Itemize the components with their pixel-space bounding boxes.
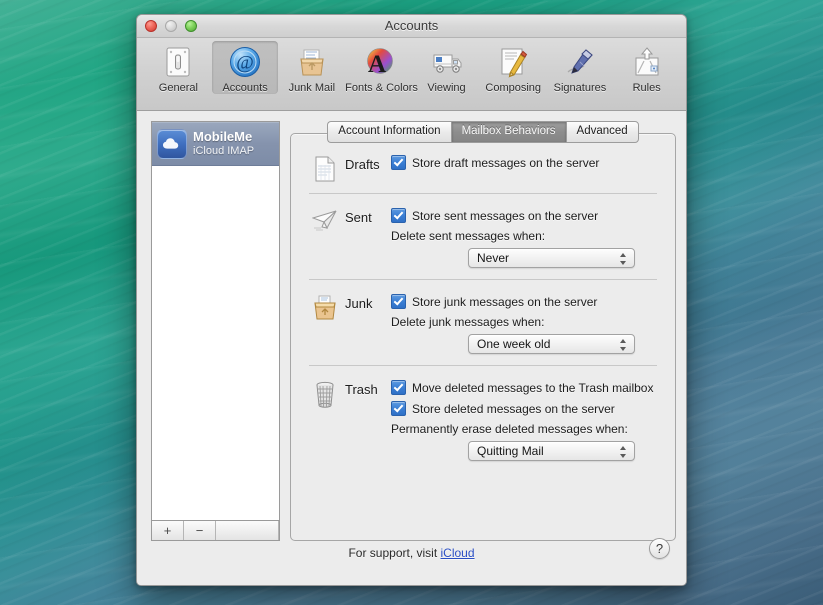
trash-title: Trash bbox=[345, 382, 378, 397]
junk-store-on-server-row[interactable]: Store junk messages on the server bbox=[391, 294, 661, 309]
sent-delete-when-value: Never bbox=[477, 251, 510, 265]
toolbar-item-rules[interactable]: Rules bbox=[613, 41, 680, 94]
junk-delete-when-label: Delete junk messages when: bbox=[391, 315, 545, 329]
support-prefix: For support, visit bbox=[348, 546, 441, 560]
toolbar-item-label: Viewing bbox=[427, 82, 466, 94]
trash-store-deleted-row[interactable]: Store deleted messages on the server bbox=[391, 401, 661, 416]
sent-title: Sent bbox=[345, 210, 372, 225]
support-link-icloud[interactable]: iCloud bbox=[441, 546, 475, 560]
toolbar-item-label: Fonts & Colors bbox=[345, 82, 418, 94]
junk-delete-when-value: One week old bbox=[477, 337, 551, 351]
sent-store-checkbox[interactable] bbox=[391, 208, 406, 223]
trash-erase-when-value: Quitting Mail bbox=[477, 444, 544, 458]
account-type: iCloud IMAP bbox=[193, 145, 255, 158]
sent-store-on-server-row[interactable]: Store sent messages on the server bbox=[391, 208, 661, 223]
trash-store-deleted-label: Store deleted messages on the server bbox=[412, 401, 615, 416]
stepper-arrows-icon bbox=[620, 445, 627, 459]
at-sign-icon: @ bbox=[212, 44, 279, 79]
trash-erase-when-label: Permanently erase deleted messages when: bbox=[391, 422, 628, 436]
toolbar-item-label: Signatures bbox=[553, 82, 607, 94]
window-title: Accounts bbox=[384, 18, 439, 33]
trash-move-deleted-checkbox[interactable] bbox=[391, 380, 406, 395]
trash-move-deleted-label: Move deleted messages to the Trash mailb… bbox=[412, 380, 654, 395]
toolbar-item-viewing[interactable]: Viewing bbox=[413, 41, 480, 94]
toolbar-item-label: Junk Mail bbox=[288, 82, 336, 94]
preferences-toolbar: General @ Accounts Junk Mail A Fonts & C… bbox=[137, 38, 686, 111]
preferences-body: MobileMe iCloud IMAP + − Account Informa… bbox=[137, 111, 686, 585]
toolbar-item-label: Accounts bbox=[222, 82, 268, 94]
toolbar-item-composing[interactable]: Composing bbox=[480, 41, 547, 94]
cloud-icon bbox=[157, 129, 187, 159]
junk-delete-when-popup[interactable]: One week old bbox=[468, 334, 635, 354]
window-footer: For support, visit iCloud ? bbox=[137, 533, 686, 585]
junk-store-label: Store junk messages on the server bbox=[412, 294, 598, 309]
drafts-section: Drafts Store draft messages on the serve… bbox=[305, 152, 661, 182]
junk-store-checkbox[interactable] bbox=[391, 294, 406, 309]
tab-advanced[interactable]: Advanced bbox=[565, 121, 639, 143]
drafts-store-on-server-row[interactable]: Store draft messages on the server bbox=[391, 155, 661, 170]
trash-section: Trash Move deleted messages to the Trash… bbox=[305, 377, 661, 461]
mail-truck-icon bbox=[413, 44, 480, 79]
toolbar-item-label: Composing bbox=[485, 82, 542, 94]
svg-text:A: A bbox=[368, 51, 386, 78]
section-divider bbox=[309, 279, 657, 280]
sent-delete-when-popup[interactable]: Never bbox=[468, 248, 635, 268]
account-settings-tabs: Account Information Mailbox Behaviors Ad… bbox=[290, 121, 676, 541]
svg-text:@: @ bbox=[236, 52, 254, 73]
drafts-store-checkbox[interactable] bbox=[391, 155, 406, 170]
section-divider bbox=[309, 365, 657, 366]
trash-store-deleted-checkbox[interactable] bbox=[391, 401, 406, 416]
toolbar-item-junk-mail[interactable]: Junk Mail bbox=[278, 41, 345, 94]
paper-bag-icon bbox=[278, 44, 345, 79]
accounts-sidebar: MobileMe iCloud IMAP + − bbox=[151, 121, 280, 541]
sent-store-label: Store sent messages on the server bbox=[412, 208, 599, 223]
stepper-arrows-icon bbox=[620, 252, 627, 266]
toolbar-item-general[interactable]: General bbox=[145, 41, 212, 94]
window-titlebar[interactable]: Accounts bbox=[137, 15, 686, 38]
accounts-preferences-window: Accounts General @ Accounts Junk Mail A … bbox=[136, 14, 687, 586]
help-button[interactable]: ? bbox=[649, 538, 670, 559]
paper-plane-icon bbox=[305, 208, 345, 268]
mailbox-arrows-icon bbox=[613, 44, 680, 79]
support-text: For support, visit iCloud bbox=[137, 546, 686, 560]
tab-mailbox-behaviors[interactable]: Mailbox Behaviors bbox=[450, 121, 566, 143]
stepper-arrows-icon bbox=[620, 338, 627, 352]
color-wheel-a-icon: A bbox=[345, 44, 413, 79]
toolbar-item-label: General bbox=[158, 82, 198, 94]
junk-title: Junk bbox=[345, 296, 373, 311]
toolbar-item-fonts-colors[interactable]: A Fonts & Colors bbox=[345, 41, 418, 94]
section-divider bbox=[309, 193, 657, 194]
pencil-notepad-icon bbox=[480, 44, 547, 79]
trash-move-deleted-row[interactable]: Move deleted messages to the Trash mailb… bbox=[391, 380, 661, 395]
accounts-list[interactable]: MobileMe iCloud IMAP bbox=[151, 121, 280, 520]
mailbox-behaviors-panel: Drafts Store draft messages on the serve… bbox=[290, 133, 676, 541]
trash-can-icon bbox=[305, 380, 345, 461]
junk-section: Junk Store junk messages on the server D… bbox=[305, 291, 661, 354]
toolbar-item-accounts[interactable]: @ Accounts bbox=[211, 41, 279, 94]
toolbar-item-label: Rules bbox=[632, 82, 661, 94]
drafts-title: Drafts bbox=[345, 157, 380, 172]
sent-delete-when-label: Delete sent messages when: bbox=[391, 229, 546, 243]
sent-section: Sent Store sent messages on the server D… bbox=[305, 205, 661, 268]
trash-erase-when-popup[interactable]: Quitting Mail bbox=[468, 441, 635, 461]
toolbar-item-signatures[interactable]: Signatures bbox=[547, 41, 614, 94]
junk-bag-icon bbox=[305, 294, 345, 354]
account-list-item-mobileme[interactable]: MobileMe iCloud IMAP bbox=[152, 122, 279, 166]
drafts-store-label: Store draft messages on the server bbox=[412, 155, 600, 170]
account-name: MobileMe bbox=[193, 130, 253, 145]
fountain-pen-icon bbox=[547, 44, 614, 79]
draft-page-icon bbox=[305, 155, 345, 182]
tab-strip: Account Information Mailbox Behaviors Ad… bbox=[290, 121, 676, 143]
light-switch-icon bbox=[145, 44, 212, 79]
tab-account-information[interactable]: Account Information bbox=[327, 121, 451, 143]
